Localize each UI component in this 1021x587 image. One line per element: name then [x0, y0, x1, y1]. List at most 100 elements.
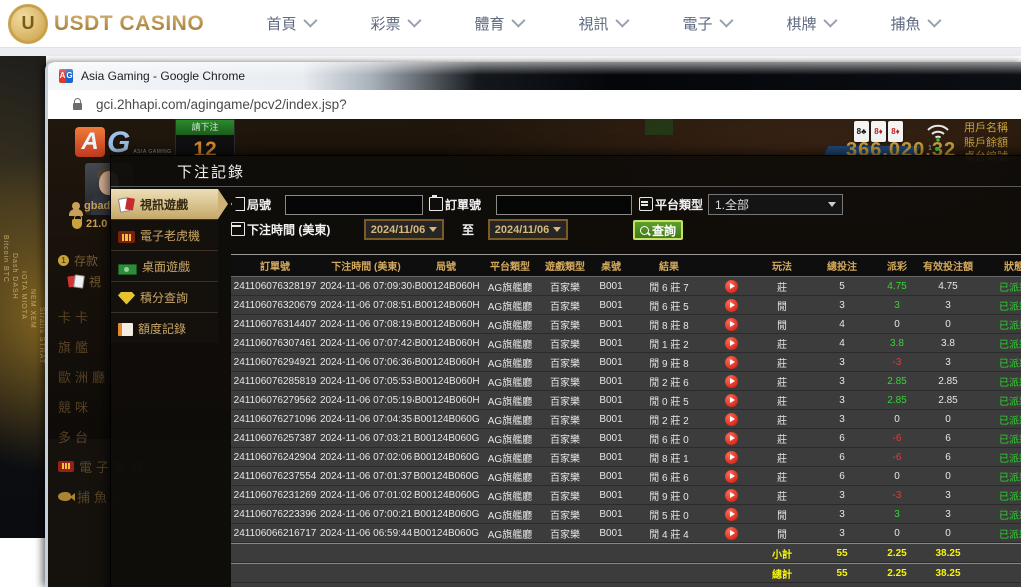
table-row: 2411060762375542024-11-06 07:01:37GB0012…: [231, 467, 1021, 486]
bet-records-modal: 下注記錄 視訊遊戲電子老虎機桌面遊戲積分查詢額度記錄 局號 訂單號 平台類型 1…: [110, 155, 1021, 587]
search-button[interactable]: 查詢: [633, 220, 683, 240]
nav-item-label: 首頁: [266, 13, 296, 34]
lobby-item-label: 卡卡: [58, 307, 92, 326]
play-icon[interactable]: [725, 394, 738, 407]
crypto-label: NEM XEM: [29, 289, 36, 329]
table-cell: [479, 564, 541, 582]
table-cell: [979, 564, 1021, 582]
play-icon[interactable]: [725, 375, 738, 388]
chevron-down-icon: [719, 13, 733, 27]
sidebar-item-4[interactable]: 額度記錄: [111, 312, 218, 343]
moneybag-icon: [72, 219, 82, 229]
table-cell: [633, 564, 705, 582]
date-from-select[interactable]: 2024/11/06: [364, 219, 444, 240]
table-cell: 3: [917, 296, 979, 314]
table-cell: GB00124B060H5: [413, 315, 479, 333]
nav-item-6[interactable]: 捕魚: [862, 13, 966, 34]
chevron-down-icon: [511, 13, 525, 27]
sidebar-item-2[interactable]: 桌面遊戲: [111, 250, 218, 281]
person-icon: [72, 202, 80, 210]
sidebar-item-3[interactable]: 積分查詢: [111, 281, 218, 312]
table-cell: AG旗艦廳: [479, 277, 541, 295]
window-titlebar[interactable]: A G Asia Gaming - Google Chrome: [48, 62, 1021, 90]
platform-select[interactable]: 1.全部: [708, 194, 843, 215]
lobby-item-label: 競咪: [58, 397, 92, 416]
play-icon[interactable]: [725, 356, 738, 369]
table-cell: AG旗艦廳: [479, 353, 541, 371]
url-bar[interactable]: gci.2hhapi.com/agingame/pcv2/index.jsp?: [48, 90, 1021, 120]
table-header-cell: 下注時間 (美東): [319, 255, 413, 276]
crypto-label: Dash DASH: [11, 253, 18, 300]
order-label: 訂單號: [445, 196, 481, 213]
window-title: Asia Gaming - Google Chrome: [81, 69, 245, 83]
table-cell: GB00124B060GR: [413, 524, 479, 542]
table-cell: 6: [807, 429, 877, 447]
bottom-left-background: [0, 538, 46, 587]
play-icon[interactable]: [725, 432, 738, 445]
table-cell-play: [705, 277, 757, 295]
username: gbad: [72, 200, 110, 212]
table-cell-play: [705, 391, 757, 409]
table-cell: 已派彩: [979, 315, 1021, 333]
nav-item-label: 體育: [474, 13, 504, 34]
table-cell: AG旗艦廳: [479, 486, 541, 504]
table-row: 2411060762573872024-11-06 07:03:21GB0012…: [231, 429, 1021, 448]
play-icon[interactable]: [725, 280, 738, 293]
table-cell: -6: [877, 448, 917, 466]
play-icon[interactable]: [725, 413, 738, 426]
sidebar-item-1[interactable]: 電子老虎機: [111, 219, 218, 250]
nav-item-5[interactable]: 棋牌: [758, 13, 862, 34]
table-cell: GB00124B060GT: [413, 486, 479, 504]
nav-item-4[interactable]: 電子: [654, 13, 758, 34]
round-label: 局號: [247, 196, 271, 213]
sidebar-item-label: 視訊遊戲: [140, 196, 188, 213]
table-cell: 6: [917, 448, 979, 466]
play-icon[interactable]: [725, 489, 738, 502]
nav-item-label: 棋牌: [786, 13, 816, 34]
table-cell: B001: [589, 372, 633, 390]
table-cell: 2024-11-06 07:01:02: [319, 486, 413, 504]
order-input[interactable]: [496, 195, 632, 215]
table-cell: -6: [877, 429, 917, 447]
nav-item-2[interactable]: 體育: [446, 13, 550, 34]
date-to-select[interactable]: 2024/11/06: [488, 219, 568, 240]
table-info-label: 賬戶餘額: [964, 136, 1021, 151]
nav-item-1[interactable]: 彩票: [342, 13, 446, 34]
crypto-label: IOTA MIOTA: [20, 271, 27, 320]
play-icon[interactable]: [725, 337, 738, 350]
table-cell: AG旗艦廳: [479, 429, 541, 447]
table-cell: GB00124B060GX: [413, 429, 479, 447]
play-icon[interactable]: [725, 508, 738, 521]
nav-item-0[interactable]: 首頁: [238, 13, 342, 34]
deposit-link[interactable]: 1 存款: [58, 252, 98, 269]
table-cell: 4: [807, 315, 877, 333]
points-icon: [118, 292, 135, 305]
site-top-nav: U USDT CASINO 首頁 彩票 體育 視訊電子 棋牌 捕魚: [0, 0, 1021, 47]
play-icon[interactable]: [725, 470, 738, 483]
total-row: 總計552.2538.25: [231, 563, 1021, 583]
table-row: 2411060762795622024-11-06 07:05:19GB0012…: [231, 391, 1021, 410]
play-icon[interactable]: [725, 299, 738, 312]
table-cell: 百家樂: [541, 334, 589, 352]
nav-item-3[interactable]: 視訊: [550, 13, 654, 34]
table-cell: 2024-11-06 07:08:19: [319, 315, 413, 333]
table-cell: 3: [807, 372, 877, 390]
table-cell: GB00124B060H4: [413, 334, 479, 352]
play-icon[interactable]: [725, 318, 738, 331]
table-cell: GB00124B060H7: [413, 277, 479, 295]
mini-cards-icon: [68, 275, 84, 288]
site-logo[interactable]: U USDT CASINO: [8, 4, 204, 44]
play-icon[interactable]: [725, 527, 738, 540]
sidebar-item-label: 積分查詢: [140, 289, 188, 306]
table-cell: AG旗艦廳: [479, 410, 541, 428]
round-input[interactable]: [285, 195, 423, 215]
play-icon[interactable]: [725, 451, 738, 464]
table-cell: 38.25: [917, 564, 979, 582]
table-cell: 241106066216717: [231, 524, 319, 542]
sidebar-item-0[interactable]: 視訊遊戲: [111, 189, 218, 219]
table-cell: 2024-11-06 07:08:51: [319, 296, 413, 314]
crypto-label: Bitcoin BTC: [2, 235, 9, 283]
video-tab[interactable]: 視: [68, 273, 101, 290]
nav-item-label: 彩票: [370, 13, 400, 34]
search-icon: [640, 226, 649, 235]
